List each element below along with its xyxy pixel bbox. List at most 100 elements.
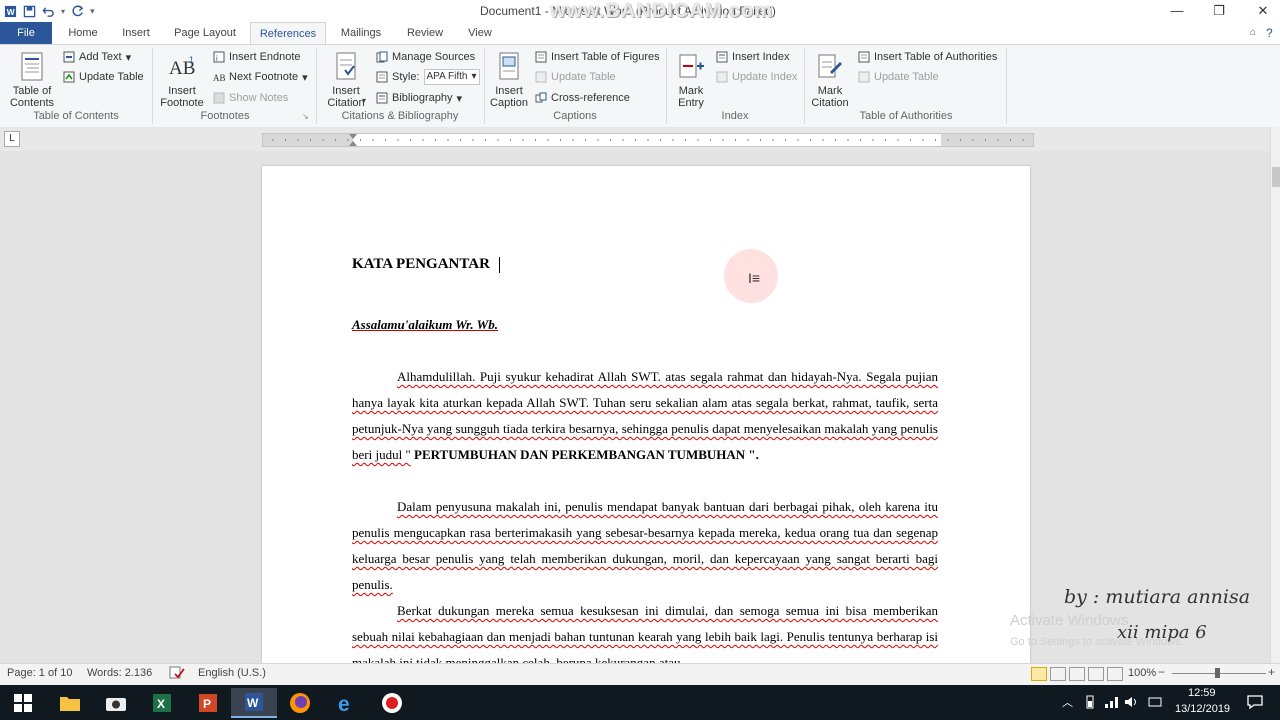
show-notes-button[interactable]: Show Notes — [213, 90, 288, 106]
insert-caption-button[interactable]: Insert Caption — [486, 52, 532, 109]
scrollbar-thumb[interactable] — [1272, 167, 1280, 187]
restore-button[interactable]: ❐ — [1196, 0, 1242, 22]
style-dropdown[interactable]: APA Fifth ▾ — [423, 69, 480, 85]
start-button[interactable] — [0, 688, 46, 718]
insert-table-of-authorities-button[interactable]: Insert Table of Authorities — [858, 49, 997, 65]
document-page[interactable]: KATA PENGANTAR Assalamu'alaikum Wr. Wb. … — [262, 166, 1030, 663]
update-table-toa-button[interactable]: Update Table — [858, 69, 939, 85]
mark-citation-icon — [818, 54, 842, 78]
document-greeting[interactable]: Assalamu'alaikum Wr. Wb. — [352, 317, 498, 333]
print-layout-icon[interactable] — [1031, 667, 1047, 681]
tab-insert[interactable]: Insert — [114, 22, 158, 44]
mark-entry-button[interactable]: Mark Entry — [670, 52, 712, 109]
tab-view[interactable]: View — [460, 22, 500, 44]
update-table-toc-button[interactable]: Update Table — [63, 69, 144, 85]
help-icon[interactable]: ? — [1266, 26, 1273, 40]
table-of-contents-button[interactable]: Table of Contents — [6, 52, 58, 109]
update-index-icon — [716, 71, 728, 83]
outline-icon[interactable] — [1088, 667, 1104, 681]
tab-review[interactable]: Review — [400, 22, 450, 44]
taskbar-firefox[interactable] — [277, 688, 323, 718]
redo-icon[interactable] — [71, 4, 84, 18]
vertical-scrollbar[interactable] — [1270, 127, 1280, 663]
insert-footnote-button[interactable]: AB 1 Insert Footnote — [156, 52, 208, 109]
mark-citation-button[interactable]: Mark Citation — [806, 52, 854, 109]
zoom-slider-thumb[interactable] — [1215, 668, 1220, 678]
keyboard-icon[interactable] — [1148, 695, 1162, 709]
group-separator — [316, 48, 317, 124]
insert-index-button[interactable]: Insert Index — [716, 49, 789, 65]
bibliography-button[interactable]: Bibliography ▾ — [376, 90, 462, 106]
paragraph-2[interactable]: Dalam penyusuna makalah ini, penulis men… — [352, 494, 938, 598]
dialog-launcher-icon[interactable]: ↘ — [302, 112, 309, 121]
next-footnote-button[interactable]: AB Next Footnote ▾ — [213, 69, 308, 85]
svg-text:W: W — [7, 7, 15, 17]
svg-text:i: i — [216, 54, 218, 63]
document-heading[interactable]: KATA PENGANTAR — [352, 256, 490, 273]
excel-icon: X — [153, 694, 171, 712]
group-label-footnotes: Footnotes — [200, 110, 250, 122]
horizontal-ruler[interactable] — [262, 133, 1034, 147]
manage-sources-button[interactable]: Manage Sources — [376, 49, 475, 65]
page-count[interactable]: Page: 1 of 10 — [7, 667, 72, 679]
update-index-button[interactable]: Update Index — [716, 69, 797, 85]
language-indicator[interactable]: English (U.S.) — [198, 667, 266, 679]
update-table-captions-button[interactable]: Update Table — [535, 69, 616, 85]
svg-text:1: 1 — [189, 55, 194, 65]
taskbar-bandicam[interactable] — [369, 688, 415, 718]
tab-page-layout[interactable]: Page Layout — [168, 22, 242, 44]
title-bar: W ▾ ▾ Document1 - Microsoft Word (Produc… — [0, 0, 1280, 22]
volume-icon[interactable] — [1124, 695, 1140, 709]
table-of-authorities-icon — [858, 51, 870, 63]
web-layout-icon[interactable] — [1069, 667, 1085, 681]
tab-file[interactable]: File — [0, 22, 52, 44]
tab-home[interactable]: Home — [62, 22, 104, 44]
style-selector: Style: APA Fifth ▾ — [376, 69, 480, 85]
proofing-icon[interactable] — [169, 666, 185, 680]
draft-icon[interactable] — [1107, 667, 1123, 681]
group-separator — [1006, 48, 1007, 124]
taskbar-camera[interactable] — [93, 688, 139, 718]
caption-icon — [499, 52, 519, 80]
taskbar-edge[interactable]: e — [323, 688, 369, 718]
paragraph-1[interactable]: Alhamdulillah. Puji syukur kehadirat All… — [352, 364, 938, 468]
show-hidden-icons-icon[interactable]: ︿ — [1062, 694, 1073, 710]
footnote-icon: AB1 — [169, 55, 195, 79]
taskbar-powerpoint[interactable]: P — [185, 688, 231, 718]
network-icon[interactable] — [1104, 695, 1120, 709]
update-index-label: Update Index — [732, 71, 798, 83]
minimize-button[interactable]: — — [1154, 0, 1200, 22]
word-count[interactable]: Words: 2.136 — [87, 667, 152, 679]
clock-date[interactable]: 13/12/2019 — [1175, 703, 1230, 715]
clock-time[interactable]: 12:59 — [1188, 687, 1216, 699]
notifications-icon[interactable] — [1246, 694, 1264, 710]
tab-references[interactable]: References — [250, 22, 326, 45]
tab-mailings[interactable]: Mailings — [334, 22, 388, 44]
taskbar-word[interactable]: W — [231, 688, 277, 718]
zoom-in-icon[interactable]: + — [1268, 665, 1278, 679]
insert-table-of-figures-button[interactable]: Insert Table of Figures — [535, 49, 660, 65]
taskbar-file-explorer[interactable] — [47, 688, 93, 718]
zoom-level[interactable]: 100% — [1128, 667, 1156, 679]
customize-qat-icon[interactable]: ▾ — [90, 6, 95, 17]
undo-dropdown-icon[interactable]: ▾ — [61, 7, 65, 16]
chevron-down-icon: ▾ — [456, 92, 463, 105]
tab-selector[interactable]: L — [4, 131, 20, 147]
close-button[interactable]: ✕ — [1240, 0, 1280, 22]
update-table-toc-label: Update Table — [79, 71, 144, 83]
zoom-out-icon[interactable]: − — [1158, 666, 1168, 678]
full-screen-reading-icon[interactable] — [1050, 667, 1066, 681]
undo-icon[interactable] — [42, 5, 55, 18]
add-text-button[interactable]: Add Text ▾ — [63, 49, 131, 65]
insert-footnote-label: Insert Footnote — [160, 85, 204, 109]
taskbar-excel[interactable]: X — [139, 688, 185, 718]
insert-endnote-button[interactable]: i Insert Endnote — [213, 49, 301, 65]
group-label-toa: Table of Authorities — [859, 110, 953, 122]
chevron-down-icon[interactable]: ▾ — [362, 96, 366, 105]
word-logo-icon[interactable]: W — [4, 5, 17, 18]
battery-icon[interactable] — [1084, 695, 1096, 709]
cross-reference-button[interactable]: Cross-reference — [535, 90, 630, 106]
save-icon[interactable] — [23, 5, 36, 18]
minimize-ribbon-icon[interactable]: ⌂ — [1250, 27, 1256, 38]
paragraph-3[interactable]: Berkat dukungan mereka semua kesuksesan … — [352, 598, 938, 663]
